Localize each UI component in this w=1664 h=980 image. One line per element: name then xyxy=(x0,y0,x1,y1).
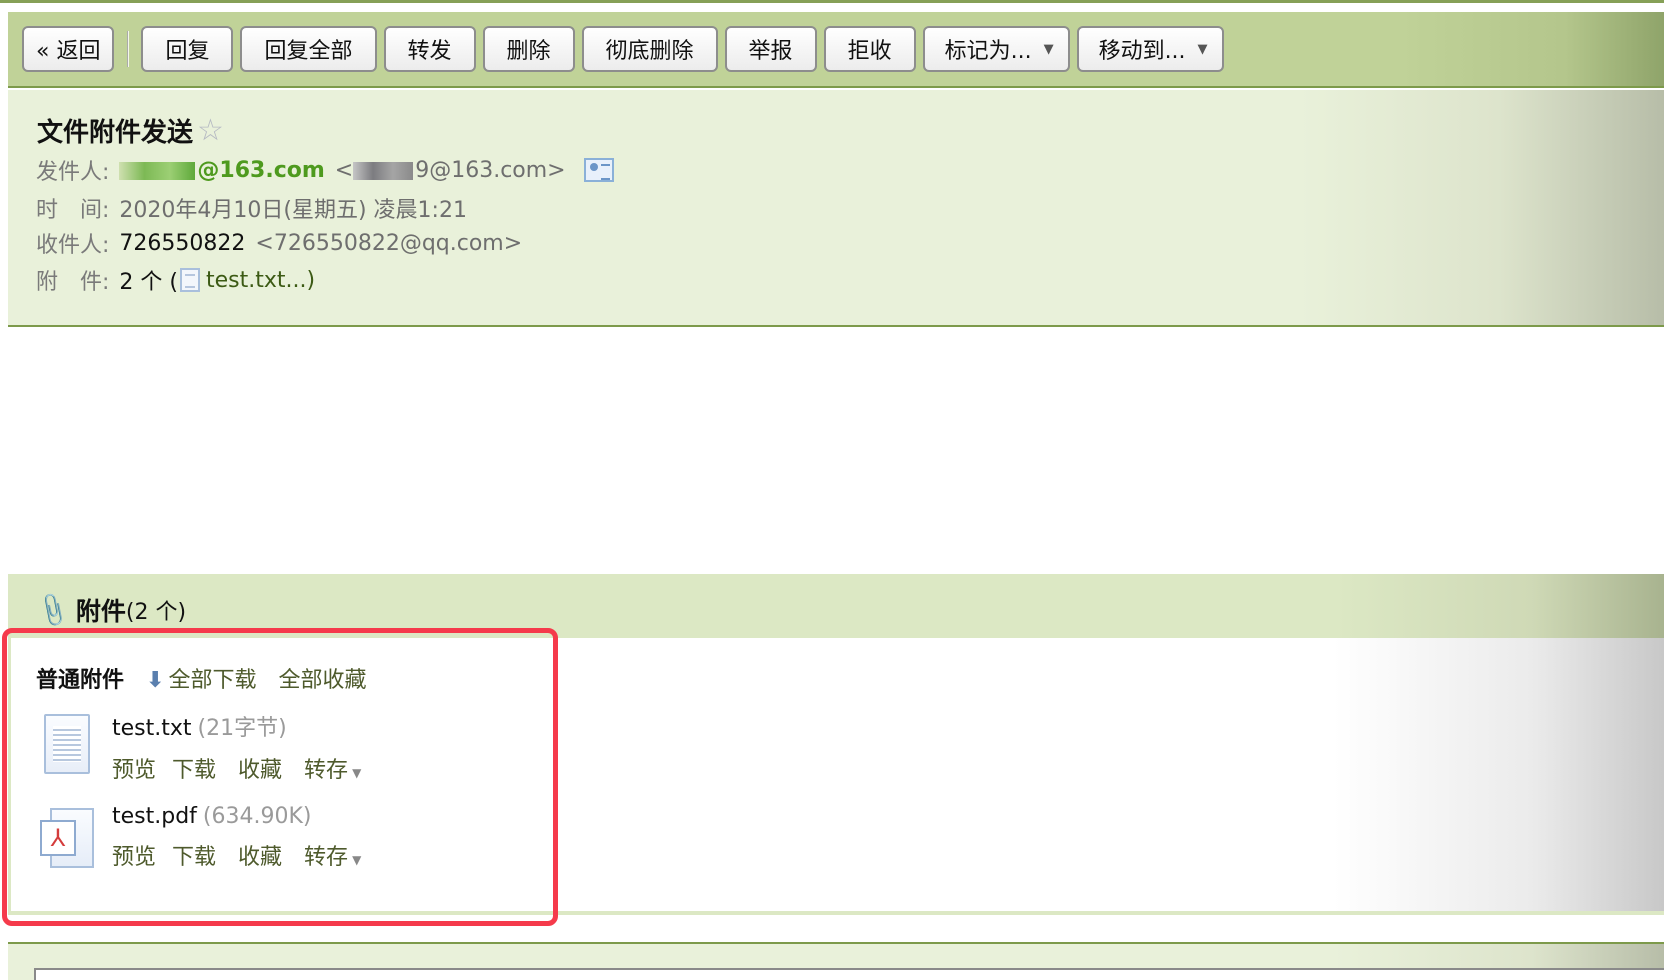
file-size: (634.90K) xyxy=(202,804,312,829)
collect-link[interactable]: 收藏 xyxy=(238,752,282,784)
attachments-header: 📎 附件 (2 个) xyxy=(8,574,1664,638)
download-arrow-icon: ⬇ xyxy=(146,668,165,693)
contact-card-icon[interactable] xyxy=(583,158,614,182)
back-button[interactable]: « 返回 xyxy=(22,26,115,72)
collect-all-link[interactable]: 全部收藏 xyxy=(278,662,366,694)
chevron-down-icon: ▼ xyxy=(1043,41,1054,57)
file-size: (21字节) xyxy=(197,716,287,741)
report-button[interactable]: 举报 xyxy=(724,26,817,72)
paperclip-icon: 📎 xyxy=(33,590,73,630)
time-row: 时 间: 2020年4月10日(星期五) 凌晨1:21 xyxy=(36,198,467,223)
file-name[interactable]: test.pdf xyxy=(112,804,197,829)
recipient-address: <726550822@qq.com> xyxy=(255,230,523,256)
chevron-down-icon: ▼ xyxy=(352,853,362,867)
preview-link[interactable]: 预览 xyxy=(112,839,156,871)
text-file-icon xyxy=(180,268,200,292)
download-link[interactable]: 下载 xyxy=(172,839,216,871)
mark-as-dropdown[interactable]: 标记为... ▼ xyxy=(922,26,1070,72)
mail-subject: 文件附件发送 ☆ xyxy=(37,113,224,148)
reply-button[interactable]: 回复 xyxy=(141,26,234,72)
sender-name-link[interactable]: @163.com xyxy=(119,158,325,183)
attachment-section-header: 普通附件 ⬇ 全部下载 全部收藏 xyxy=(36,662,366,694)
chevron-down-icon: ▼ xyxy=(1197,41,1208,57)
collect-link[interactable]: 收藏 xyxy=(238,839,282,871)
text-file-icon[interactable] xyxy=(36,714,92,778)
toolbar-separator xyxy=(127,31,130,67)
delete-permanent-button[interactable]: 彻底删除 xyxy=(581,26,718,72)
save-to-dropdown[interactable]: 转存 ▼ xyxy=(304,839,361,871)
attachments-title: 📎 附件 (2 个) xyxy=(33,590,187,630)
mail-header: 文件附件发送 ☆ 发件人: @163.com <9@163.com> 时 间: … xyxy=(8,90,1664,327)
quick-reply-input[interactable] xyxy=(34,968,1664,980)
sender-address: <9@163.com> xyxy=(334,157,566,183)
attachment-row: 附 件: 2 个 ( test.txt...) xyxy=(36,267,316,296)
forward-button[interactable]: 转发 xyxy=(383,26,476,72)
delete-button[interactable]: 删除 xyxy=(482,26,575,72)
reply-all-button[interactable]: 回复全部 xyxy=(240,26,377,72)
reject-button[interactable]: 拒收 xyxy=(823,26,916,72)
chevron-down-icon: ▼ xyxy=(352,766,362,780)
sender-row: 发件人: @163.com <9@163.com> xyxy=(36,154,614,186)
quick-reply-bar xyxy=(8,942,1664,980)
mail-toolbar: « 返回 回复 回复全部 转发 删除 彻底删除 举报 拒收 标记为... ▼ 移… xyxy=(8,12,1664,88)
attachment-item: test.txt (21字节) 预览 下载 收藏 转存 ▼ xyxy=(36,710,361,784)
file-name[interactable]: test.txt xyxy=(112,716,192,741)
attachment-summary-link[interactable]: test.txt...) xyxy=(206,268,315,293)
pdf-file-icon[interactable]: ⅄ xyxy=(36,808,94,872)
redacted-block xyxy=(353,161,414,180)
top-border xyxy=(0,0,1664,3)
star-icon[interactable]: ☆ xyxy=(197,113,224,148)
download-all-link[interactable]: ⬇ 全部下载 xyxy=(146,662,256,694)
recipient-name: 726550822 xyxy=(119,230,246,256)
move-to-dropdown[interactable]: 移动到... ▼ xyxy=(1076,26,1224,72)
preview-link[interactable]: 预览 xyxy=(112,752,156,784)
recipient-row: 收件人: 726550822 <726550822@qq.com> xyxy=(36,230,523,259)
redacted-block xyxy=(119,161,196,180)
save-to-dropdown[interactable]: 转存 ▼ xyxy=(304,752,361,784)
attachment-item: ⅄ test.pdf (634.90K) 预览 下载 收藏 转存 ▼ xyxy=(36,804,361,872)
download-link[interactable]: 下载 xyxy=(172,752,216,784)
